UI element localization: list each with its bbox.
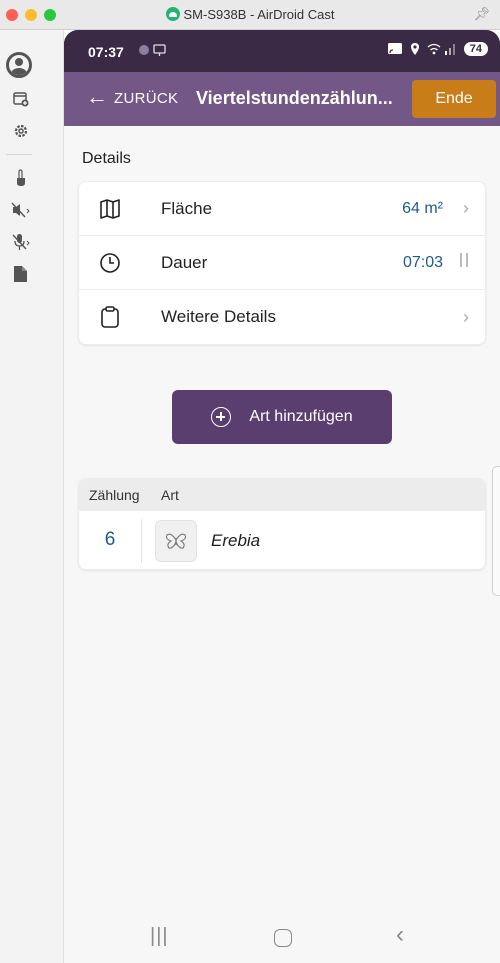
wifi-signal-icon	[427, 43, 455, 55]
file-transfer-icon[interactable]	[10, 263, 32, 285]
window-title: SM-S938B - AirDroid Cast	[0, 7, 500, 22]
home-icon[interactable]	[274, 929, 292, 947]
butterfly-icon	[155, 520, 197, 562]
speaker-muted-icon[interactable]	[10, 199, 32, 221]
touch-control-icon[interactable]	[10, 167, 32, 189]
user-avatar-icon[interactable]	[6, 52, 32, 78]
page-title: Viertelstundenzählun...	[196, 88, 393, 108]
header-species: Art	[161, 487, 179, 503]
main-content: Details Fläche 64 m² › Dauer 07:03 Weite…	[64, 126, 500, 963]
nav-back-icon[interactable]: ‹	[396, 921, 404, 949]
clock-icon	[99, 252, 121, 274]
settings-gear-icon[interactable]	[10, 120, 32, 142]
notification-icons	[138, 43, 170, 60]
side-scroll-handle[interactable]	[492, 466, 500, 596]
toolbar-divider	[6, 154, 32, 155]
app-bar: ← ZURÜCK Viertelstundenzählun... Ende	[64, 72, 500, 126]
clipboard-icon	[99, 306, 121, 328]
cast-icon	[387, 43, 402, 54]
location-icon	[410, 43, 419, 55]
back-button[interactable]: ← ZURÜCK	[86, 86, 178, 108]
column-divider	[141, 519, 142, 563]
map-icon	[99, 198, 121, 220]
add-circle-icon	[211, 407, 232, 427]
count-table-header: Zählung Art	[79, 479, 485, 511]
pin-icon[interactable]: 📌︎	[473, 6, 490, 22]
android-icon	[165, 7, 180, 21]
pause-icon[interactable]	[459, 252, 469, 273]
airdroid-toolbar	[0, 30, 64, 963]
detail-row-more[interactable]: Weitere Details ›	[79, 290, 485, 344]
add-window-icon[interactable]	[10, 88, 32, 110]
count-value: 6	[104, 529, 116, 550]
table-row[interactable]: 6 Erebia	[79, 511, 485, 569]
header-count: Zählung	[89, 487, 140, 503]
microphone-muted-icon[interactable]	[10, 231, 32, 253]
status-bar: 07:37 74	[64, 30, 500, 72]
phone-header: 07:37 74 ← ZURÜCK Viertelstundenzählun..…	[64, 30, 500, 126]
status-right-icons: 74	[387, 42, 488, 56]
window-titlebar: SM-S938B - AirDroid Cast 📌︎	[0, 0, 500, 30]
details-card: Fläche 64 m² › Dauer 07:03 Weitere Detai…	[78, 181, 486, 345]
end-button[interactable]: Ende	[412, 80, 496, 118]
chevron-right-icon: ›	[463, 306, 469, 327]
details-section-label: Details	[82, 150, 131, 167]
detail-row-duration[interactable]: Dauer 07:03	[79, 236, 485, 290]
battery-indicator: 74	[463, 42, 488, 56]
detail-row-area[interactable]: Fläche 64 m² ›	[79, 182, 485, 236]
species-name: Erebia	[211, 531, 261, 550]
status-time: 07:37	[88, 44, 124, 60]
arrow-left-icon: ←	[86, 84, 108, 109]
recent-apps-icon[interactable]: |||	[150, 925, 169, 948]
android-nav-bar: ||| ‹	[64, 915, 500, 963]
chevron-right-icon: ›	[463, 198, 469, 218]
add-species-button[interactable]: Art hinzufügen	[172, 390, 392, 444]
count-table: Zählung Art 6 Erebia	[78, 478, 486, 570]
